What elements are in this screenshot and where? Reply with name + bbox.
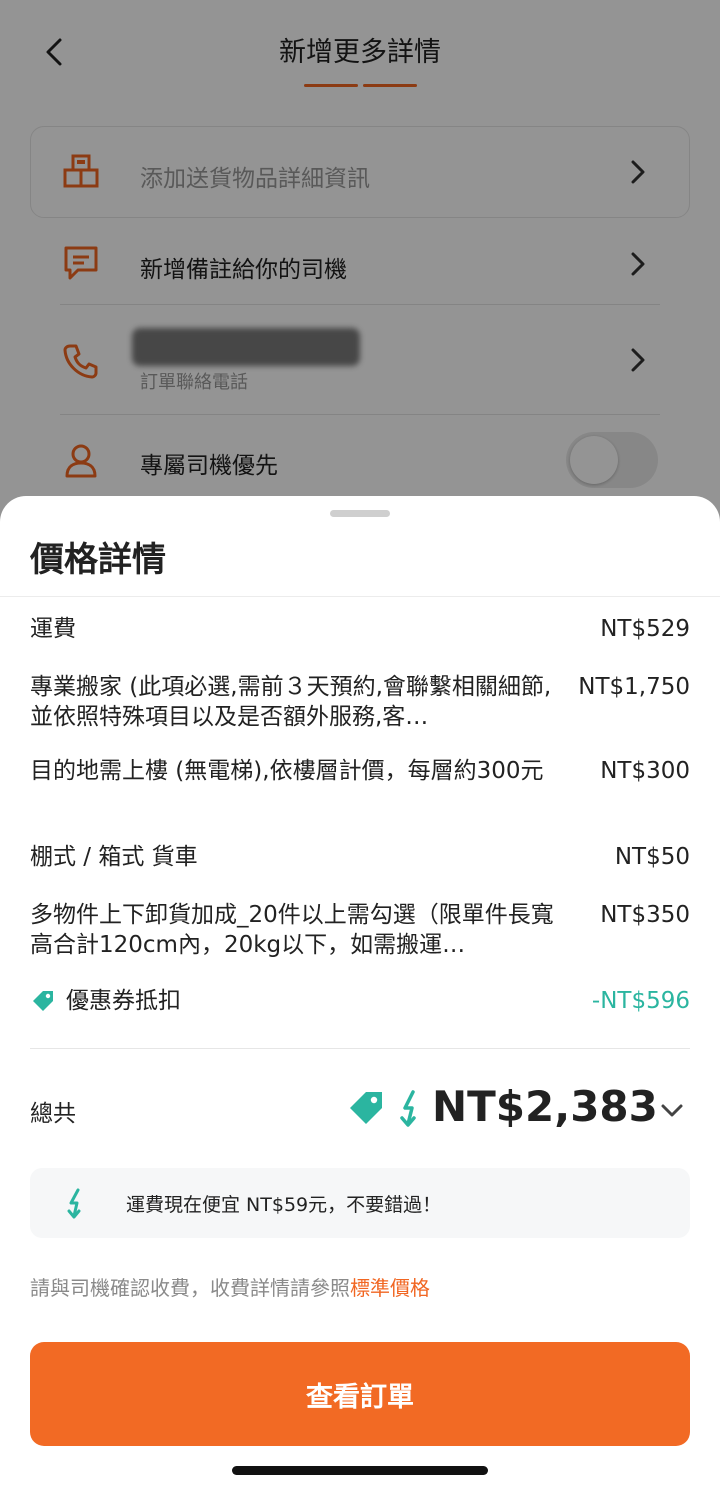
coupon-tag-icon [350,1092,382,1124]
coupon-value: -NT$596 [591,988,690,1014]
pricing-note-text: 請與司機確認收費，收費詳情請參照 [30,1276,350,1300]
divider [0,596,720,597]
price-row: 目的地需上樓 (無電梯),依樓層計價，每層約300元 NT$300 [30,756,690,816]
price-row-label: 多物件上下卸貨加成_20件以上需勾選（限單件長寬高合計120cm內，20kg以下… [30,902,554,958]
price-row-label: 棚式 / 箱式 貨車 [30,844,198,870]
promo-banner: 運費現在便宜 NT$59元，不要錯過！ [30,1168,690,1238]
price-row-label: 目的地需上樓 (無電梯),依樓層計價，每層約300元 [30,758,544,784]
price-row-value: NT$529 [600,616,690,642]
price-row: 專業搬家 (此項必選,需前３天預約,會聯繫相關細節,並依照特殊項目以及是否額外服… [30,672,690,732]
price-row-value: NT$1,750 [578,674,690,700]
coupon-label: 優惠券抵扣 [66,988,181,1014]
drag-handle[interactable] [330,510,390,517]
promo-text: 運費現在便宜 NT$59元，不要錯過！ [126,1194,442,1216]
coupon-row: 優惠券抵扣 -NT$596 [30,986,690,1016]
sheet-title: 價格詳情 [30,540,166,580]
price-row: 多物件上下卸貨加成_20件以上需勾選（限單件長寬高合計120cm內，20kg以下… [30,900,690,960]
standard-price-link[interactable]: 標準價格 [350,1276,430,1300]
chevron-down-icon[interactable] [658,1096,686,1124]
price-row-value: NT$350 [600,902,690,928]
home-indicator [232,1466,488,1475]
price-row-label: 專業搬家 (此項必選,需前３天預約,會聯繫相關細節,並依照特殊項目以及是否額外服… [30,674,552,730]
price-row-value: NT$300 [600,758,690,784]
view-order-button[interactable]: 查看訂單 [30,1342,690,1446]
coupon-tag-icon [33,991,53,1011]
price-row-value: NT$50 [614,844,690,870]
price-row-label: 運費 [30,616,76,642]
price-drop-icon [67,1188,81,1219]
total-label: 總共 [30,1101,76,1127]
price-details-sheet: 價格詳情 運費 NT$529 專業搬家 (此項必選,需前３天預約,會聯繫相關細節… [0,496,720,1490]
pricing-note: 請與司機確認收費，收費詳情請參照標準價格 [30,1272,430,1301]
divider [30,1048,690,1049]
total-amount: NT$2,383 [432,1082,658,1131]
price-drop-icon [400,1090,416,1127]
price-row: 棚式 / 箱式 貨車 NT$50 [30,842,690,872]
price-row: 運費 NT$529 [30,614,690,644]
